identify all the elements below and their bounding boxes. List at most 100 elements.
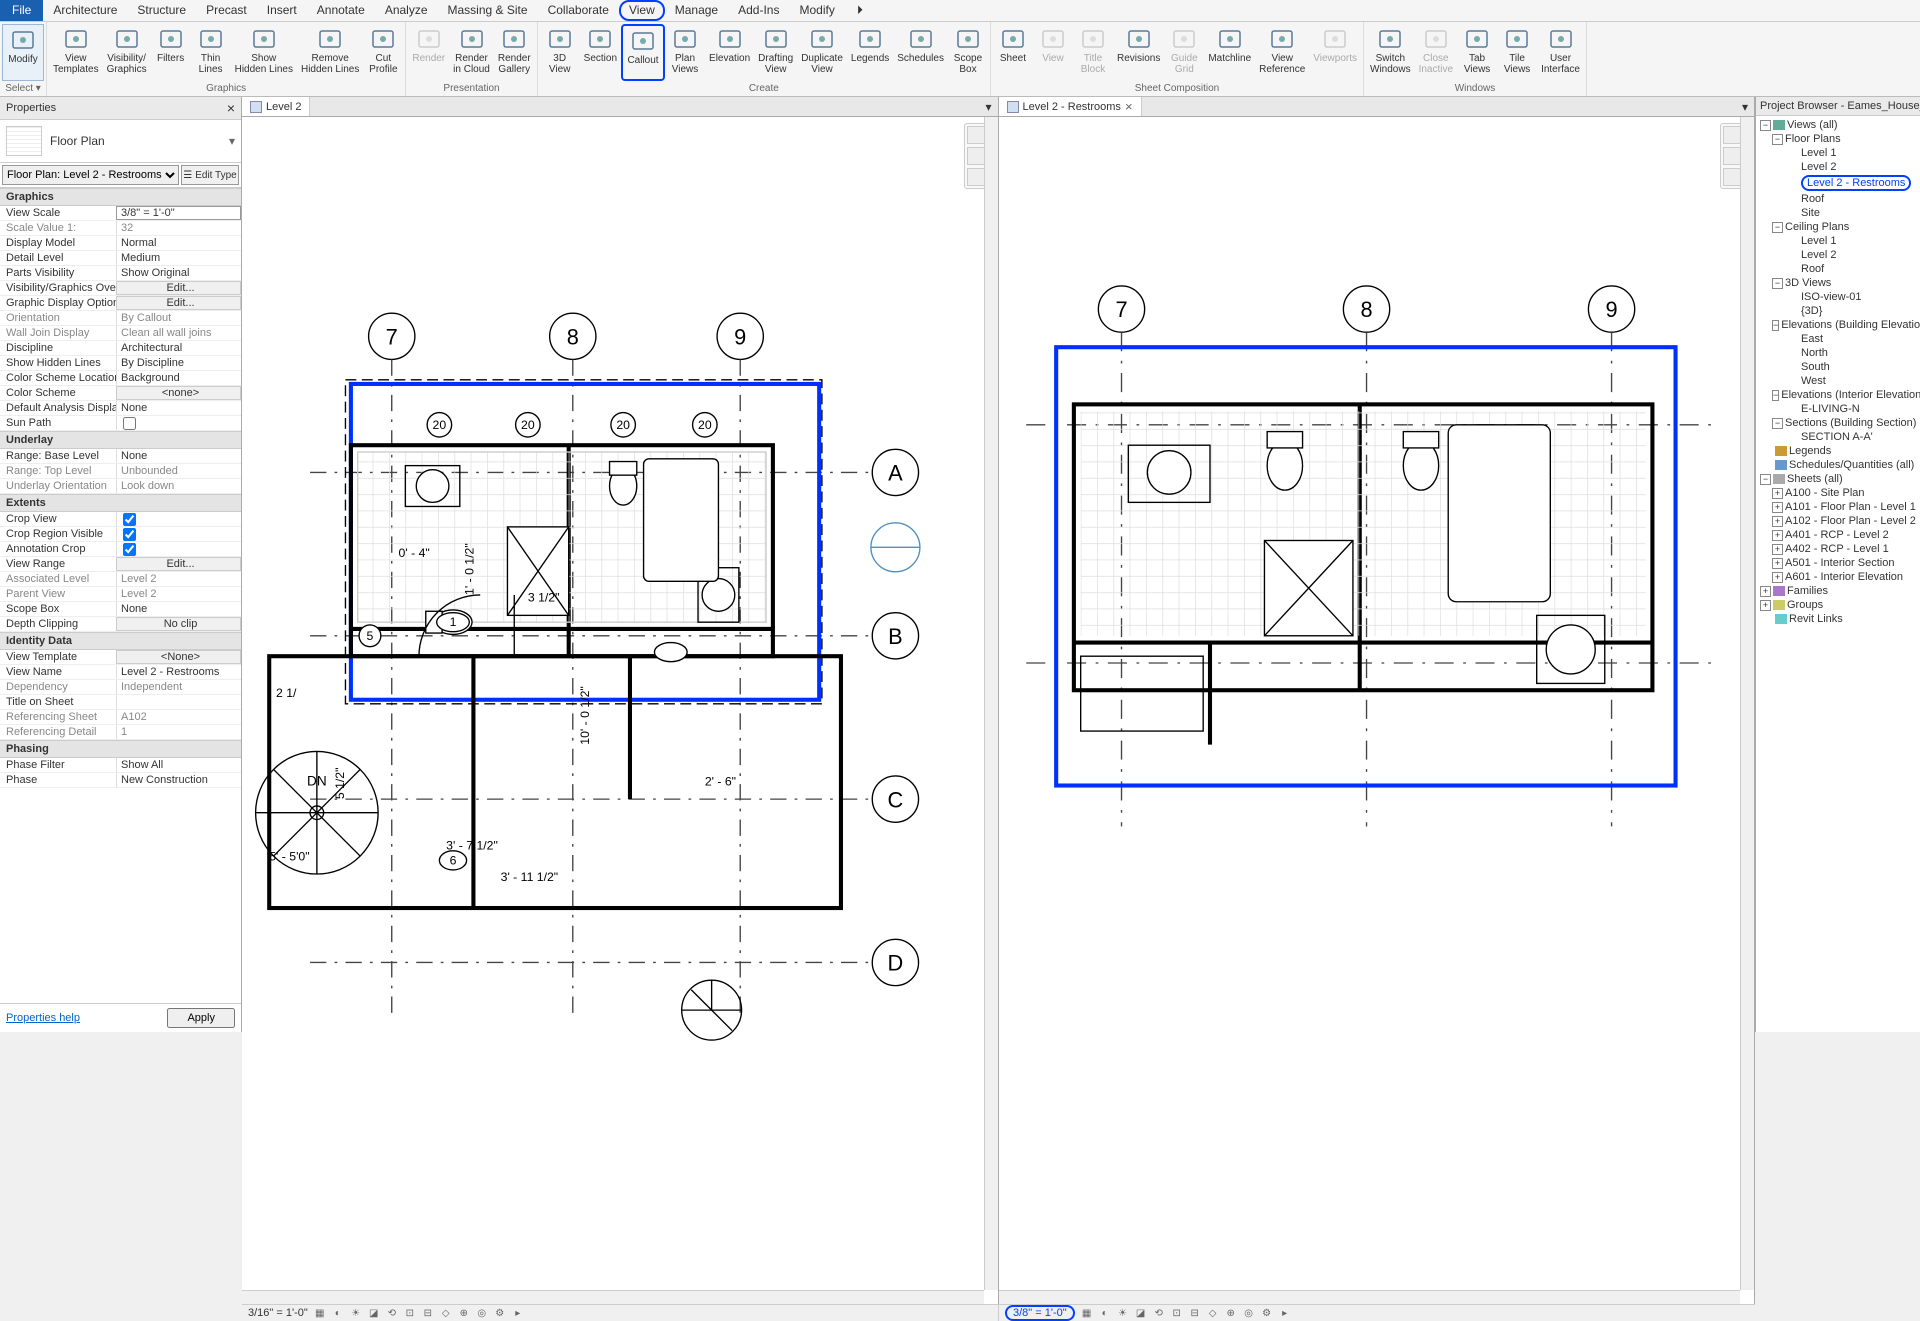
expand-icon[interactable]: −: [1772, 418, 1783, 429]
more-icon[interactable]: ▸: [510, 1305, 526, 1321]
tree-node[interactable]: −Sheets (all): [1758, 472, 1918, 486]
thin-button[interactable]: ThinLines: [191, 24, 231, 81]
sun-icon[interactable]: ☀: [348, 1305, 364, 1321]
tree-node[interactable]: +A101 - Floor Plan - Level 1: [1758, 500, 1918, 514]
menu-architecture[interactable]: Architecture: [43, 0, 127, 21]
revisions-button[interactable]: Revisions: [1113, 24, 1164, 81]
style-icon[interactable]: ◐: [330, 1305, 346, 1321]
menu-massing[interactable]: Massing & Site: [438, 0, 538, 21]
tree-node[interactable]: −Elevations (Interior Elevation): [1758, 388, 1918, 402]
prop-value[interactable]: [116, 512, 241, 526]
prop-value[interactable]: 3/8" = 1'-0": [116, 206, 241, 220]
tree-node[interactable]: E-LIVING-N: [1758, 402, 1918, 416]
expand-icon[interactable]: +: [1760, 586, 1771, 597]
tree-node[interactable]: SECTION A-A': [1758, 430, 1918, 444]
properties-filter[interactable]: Floor Plan: Level 2 - Restrooms: [2, 165, 179, 185]
menu-view[interactable]: View: [619, 0, 665, 21]
matchline-button[interactable]: Matchline: [1204, 24, 1255, 81]
tree-node[interactable]: −Elevations (Building Elevation: [1758, 318, 1918, 332]
tree-node[interactable]: Schedules/Quantities (all): [1758, 458, 1918, 472]
tabs-button[interactable]: TabViews: [1457, 24, 1497, 81]
drafting-button[interactable]: DraftingView: [754, 24, 797, 81]
shadow-icon[interactable]: ◪: [1133, 1305, 1149, 1321]
view-tab-restrooms[interactable]: Level 2 - Restrooms ×: [999, 97, 1142, 116]
crop-show-icon[interactable]: ⊟: [1187, 1305, 1203, 1321]
reveal-icon[interactable]: ◎: [1241, 1305, 1257, 1321]
tree-node[interactable]: Revit Links: [1758, 612, 1918, 626]
crop-icon[interactable]: ⊡: [1169, 1305, 1185, 1321]
menu-modify[interactable]: Modify: [789, 0, 844, 21]
expand-icon[interactable]: +: [1772, 572, 1783, 583]
scrollbar-horizontal[interactable]: [242, 1290, 984, 1304]
menu-addins[interactable]: Add-Ins: [728, 0, 789, 21]
tree-node[interactable]: South: [1758, 360, 1918, 374]
plan-button[interactable]: PlanViews: [665, 24, 705, 81]
prop-value[interactable]: Show All: [116, 758, 241, 772]
tree-node[interactable]: +A402 - RCP - Level 1: [1758, 542, 1918, 556]
sheet-button[interactable]: Sheet: [993, 24, 1033, 81]
tree-node[interactable]: Level 2: [1758, 160, 1918, 174]
checkbox[interactable]: [123, 417, 136, 430]
render-icon[interactable]: ⟲: [384, 1305, 400, 1321]
view-control-bar-right[interactable]: ▦ ◐ ☀ ◪ ⟲ ⊡ ⊟ ◇ ⊕ ◎ ⚙ ▸: [1079, 1305, 1293, 1321]
menu-manage[interactable]: Manage: [665, 0, 728, 21]
prop-value[interactable]: [116, 695, 241, 709]
tree-node[interactable]: +A102 - Floor Plan - Level 2: [1758, 514, 1918, 528]
remove-hidden-button[interactable]: RemoveHidden Lines: [297, 24, 363, 81]
visibility-button[interactable]: Visibility/Graphics: [103, 24, 151, 81]
prop-value[interactable]: Edit...: [116, 281, 241, 295]
prop-group-phasing[interactable]: Phasing: [0, 740, 241, 758]
prop-value[interactable]: None: [116, 449, 241, 463]
section-button[interactable]: Section: [580, 24, 621, 81]
tree-node[interactable]: East: [1758, 332, 1918, 346]
legends-button[interactable]: Legends: [847, 24, 893, 81]
expand-icon[interactable]: −: [1760, 474, 1771, 485]
tree-node[interactable]: {3D}: [1758, 304, 1918, 318]
callout-button[interactable]: Callout: [621, 24, 665, 81]
expand-icon[interactable]: −: [1772, 278, 1783, 289]
cut-button[interactable]: CutProfile: [363, 24, 403, 81]
file-menu[interactable]: File: [0, 0, 43, 21]
expand-icon[interactable]: −: [1772, 134, 1783, 145]
elevation-button[interactable]: Elevation: [705, 24, 754, 81]
3d-button[interactable]: 3DView: [540, 24, 580, 81]
prop-value[interactable]: By Discipline: [116, 356, 241, 370]
switch-button[interactable]: SwitchWindows: [1366, 24, 1415, 81]
checkbox[interactable]: [123, 528, 136, 541]
prop-group-identity-data[interactable]: Identity Data: [0, 632, 241, 650]
view-tab-level2[interactable]: Level 2: [242, 97, 310, 116]
scope-button[interactable]: ScopeBox: [948, 24, 988, 81]
prop-value[interactable]: Edit...: [116, 557, 241, 571]
more-icon[interactable]: ▸: [1277, 1305, 1293, 1321]
constr-icon[interactable]: ⚙: [1259, 1305, 1275, 1321]
cursor-button[interactable]: Modify: [2, 24, 44, 81]
tree-node[interactable]: −3D Views: [1758, 276, 1918, 290]
prop-value[interactable]: [116, 542, 241, 556]
prop-value[interactable]: <None>: [116, 650, 241, 664]
scrollbar-vertical[interactable]: [984, 117, 998, 1290]
expand-icon[interactable]: −: [1772, 390, 1779, 401]
constr-icon[interactable]: ⚙: [492, 1305, 508, 1321]
edit-type-button[interactable]: ☰ Edit Type: [181, 165, 239, 185]
expand-icon[interactable]: +: [1760, 600, 1771, 611]
canvas-level2[interactable]: 7 8 9 A B C D: [242, 117, 999, 1304]
prop-value[interactable]: <none>: [116, 386, 241, 400]
prop-value[interactable]: None: [116, 401, 241, 415]
temp-icon[interactable]: ⊕: [456, 1305, 472, 1321]
expand-icon[interactable]: −: [1772, 320, 1779, 331]
sun-icon[interactable]: ☀: [1115, 1305, 1131, 1321]
menu-insert[interactable]: Insert: [257, 0, 307, 21]
tree-node[interactable]: −Sections (Building Section): [1758, 416, 1918, 430]
tree-node[interactable]: Level 1: [1758, 146, 1918, 160]
expand-icon[interactable]: +: [1772, 516, 1783, 527]
crop-show-icon[interactable]: ⊟: [420, 1305, 436, 1321]
view-scale-left[interactable]: 3/16" = 1'-0": [248, 1307, 308, 1319]
menu-precast[interactable]: Precast: [196, 0, 257, 21]
tree-node[interactable]: West: [1758, 374, 1918, 388]
close-tab-icon[interactable]: ×: [1125, 99, 1133, 114]
prop-value[interactable]: Show Original: [116, 266, 241, 280]
viewref-button[interactable]: ViewReference: [1255, 24, 1309, 81]
checkbox[interactable]: [123, 513, 136, 526]
menu-annotate[interactable]: Annotate: [307, 0, 375, 21]
tree-node[interactable]: Site: [1758, 206, 1918, 220]
